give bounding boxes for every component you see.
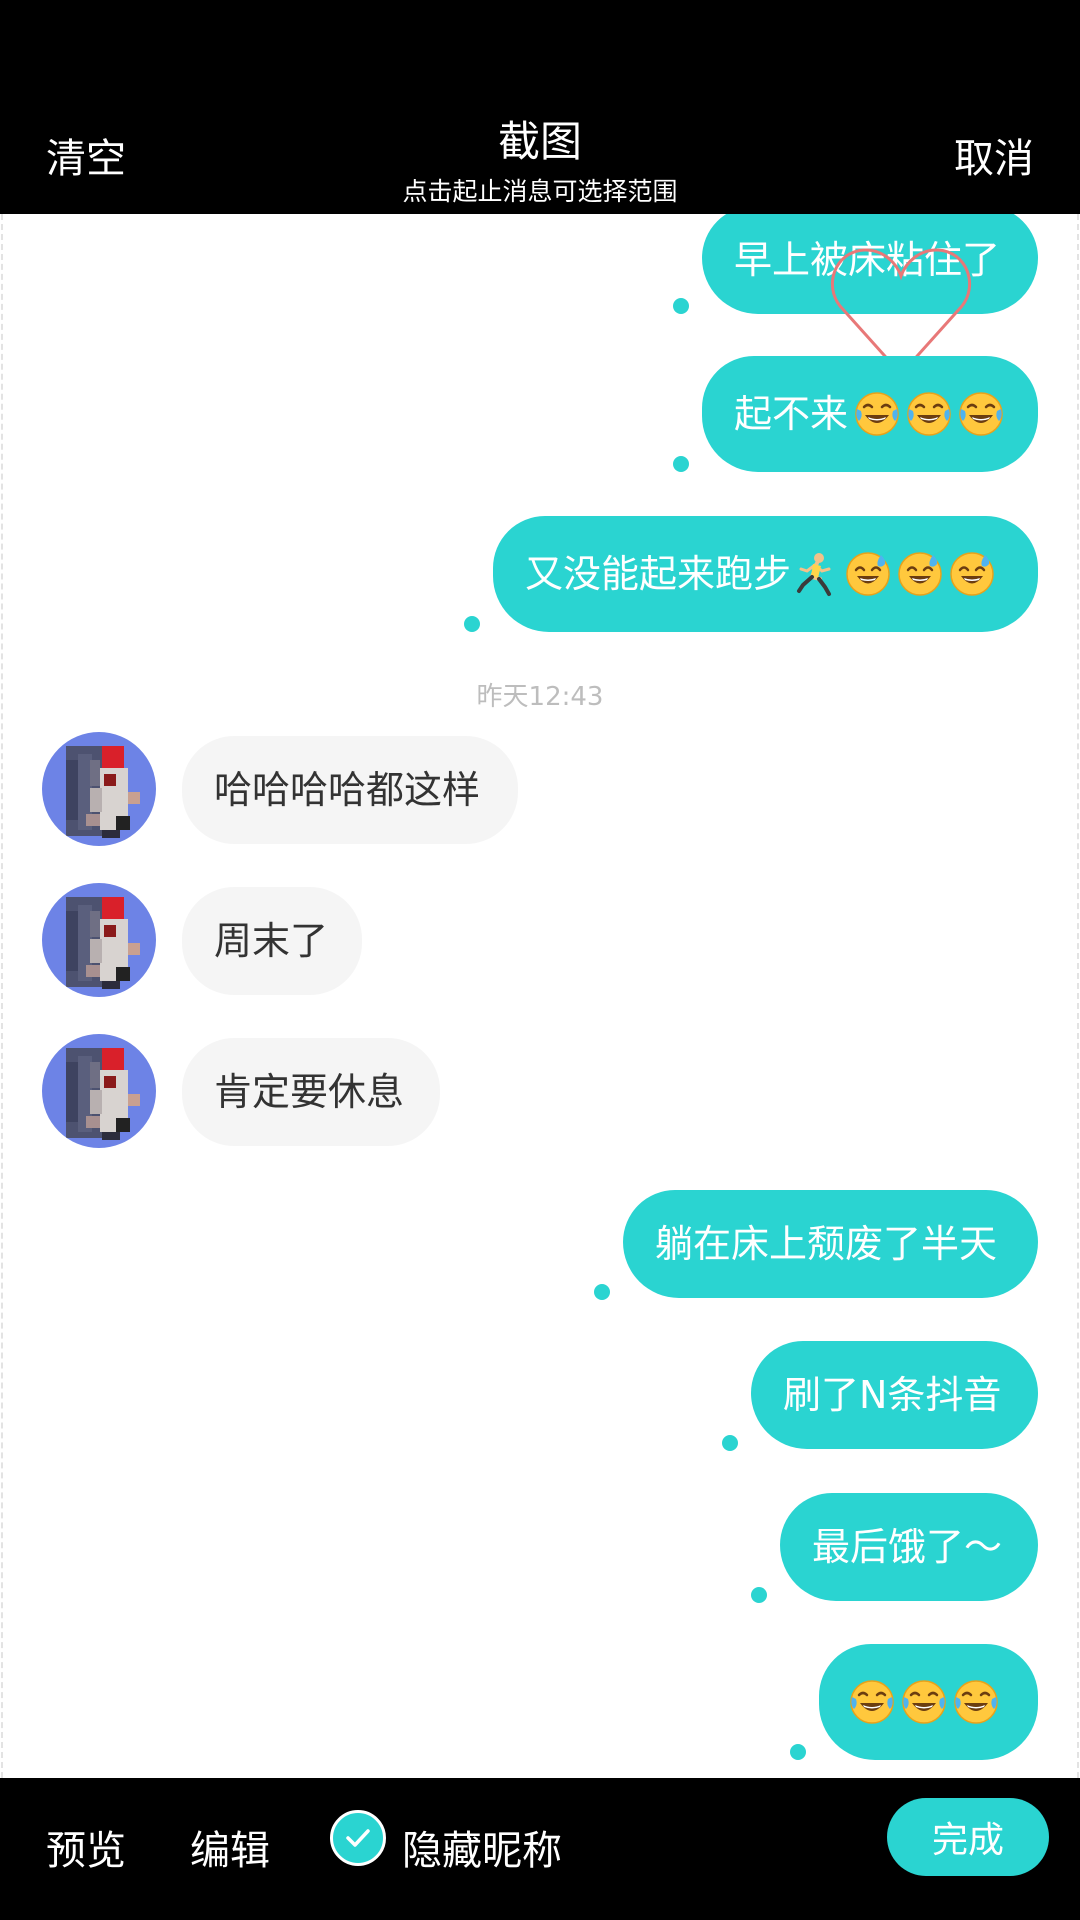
page-title: 截图	[497, 117, 582, 166]
message-tail-dot	[673, 298, 689, 314]
message-tail-dot	[464, 616, 480, 632]
cancel-button[interactable]: 取消	[954, 126, 1034, 184]
avatar[interactable]	[42, 732, 156, 846]
message-bubble-out[interactable]: 躺在床上颓废了半天	[623, 1190, 1038, 1298]
hide-nickname-checkbox[interactable]	[330, 1810, 386, 1866]
avatar[interactable]	[42, 883, 156, 997]
edit-button[interactable]: 编辑	[190, 1818, 270, 1876]
avatar[interactable]	[42, 1034, 156, 1148]
message-text: 肯定要休息	[214, 1070, 405, 1114]
message-bubble-out[interactable]	[819, 1644, 1038, 1760]
message-text: 起不来	[734, 392, 849, 436]
laugh-cry-emoji	[901, 1679, 947, 1725]
chat-area[interactable]: 早上被床粘住了 起不来 又没能起来跑步 昨天12:43 哈哈哈哈都这样 周末了 …	[0, 214, 1080, 1778]
message-text: 躺在床上颓废了半天	[655, 1222, 998, 1266]
left-dashed-guide	[1, 214, 3, 1778]
message-text: 哈哈哈哈都这样	[214, 768, 481, 812]
message-tail-dot	[722, 1435, 738, 1451]
message-bubble-out[interactable]: 起不来	[702, 356, 1038, 472]
message-text: 刷了N条抖音	[783, 1373, 1002, 1417]
laugh-cry-emoji	[958, 391, 1004, 437]
runner-emoji	[795, 551, 835, 597]
message-bubble-out[interactable]: 又没能起来跑步	[493, 516, 1038, 632]
right-dashed-guide	[1077, 214, 1079, 1778]
message-text: 周末了	[214, 919, 329, 963]
message-bubble-out[interactable]: 刷了N条抖音	[751, 1341, 1038, 1449]
page-subtitle: 点击起止消息可选择范围	[402, 177, 678, 206]
message-tail-dot	[751, 1587, 767, 1603]
laugh-cry-emoji	[849, 1679, 895, 1725]
sweat-smile-emoji	[897, 551, 943, 597]
laugh-cry-emoji	[953, 1679, 999, 1725]
message-bubble-in[interactable]: 周末了	[182, 887, 362, 995]
message-timestamp: 昨天12:43	[476, 682, 604, 712]
laugh-cry-emoji	[906, 391, 952, 437]
message-bubble-out[interactable]: 最后饿了～	[780, 1493, 1038, 1601]
message-bubble-in[interactable]: 肯定要休息	[182, 1038, 440, 1146]
message-tail-dot	[594, 1284, 610, 1300]
laugh-cry-emoji	[854, 391, 900, 437]
check-icon	[346, 1829, 370, 1847]
sweat-smile-emoji	[845, 551, 891, 597]
preview-button[interactable]: 预览	[46, 1818, 126, 1876]
message-text: 又没能起来跑步	[525, 552, 792, 596]
message-bubble-in[interactable]: 哈哈哈哈都这样	[182, 736, 518, 844]
message-tail-dot	[790, 1744, 806, 1760]
done-button[interactable]: 完成	[887, 1798, 1049, 1876]
message-tail-dot	[673, 456, 689, 472]
hide-nickname-label[interactable]: 隐藏昵称	[402, 1818, 562, 1876]
message-text: 最后饿了～	[812, 1525, 1003, 1569]
sweat-smile-emoji	[949, 551, 995, 597]
